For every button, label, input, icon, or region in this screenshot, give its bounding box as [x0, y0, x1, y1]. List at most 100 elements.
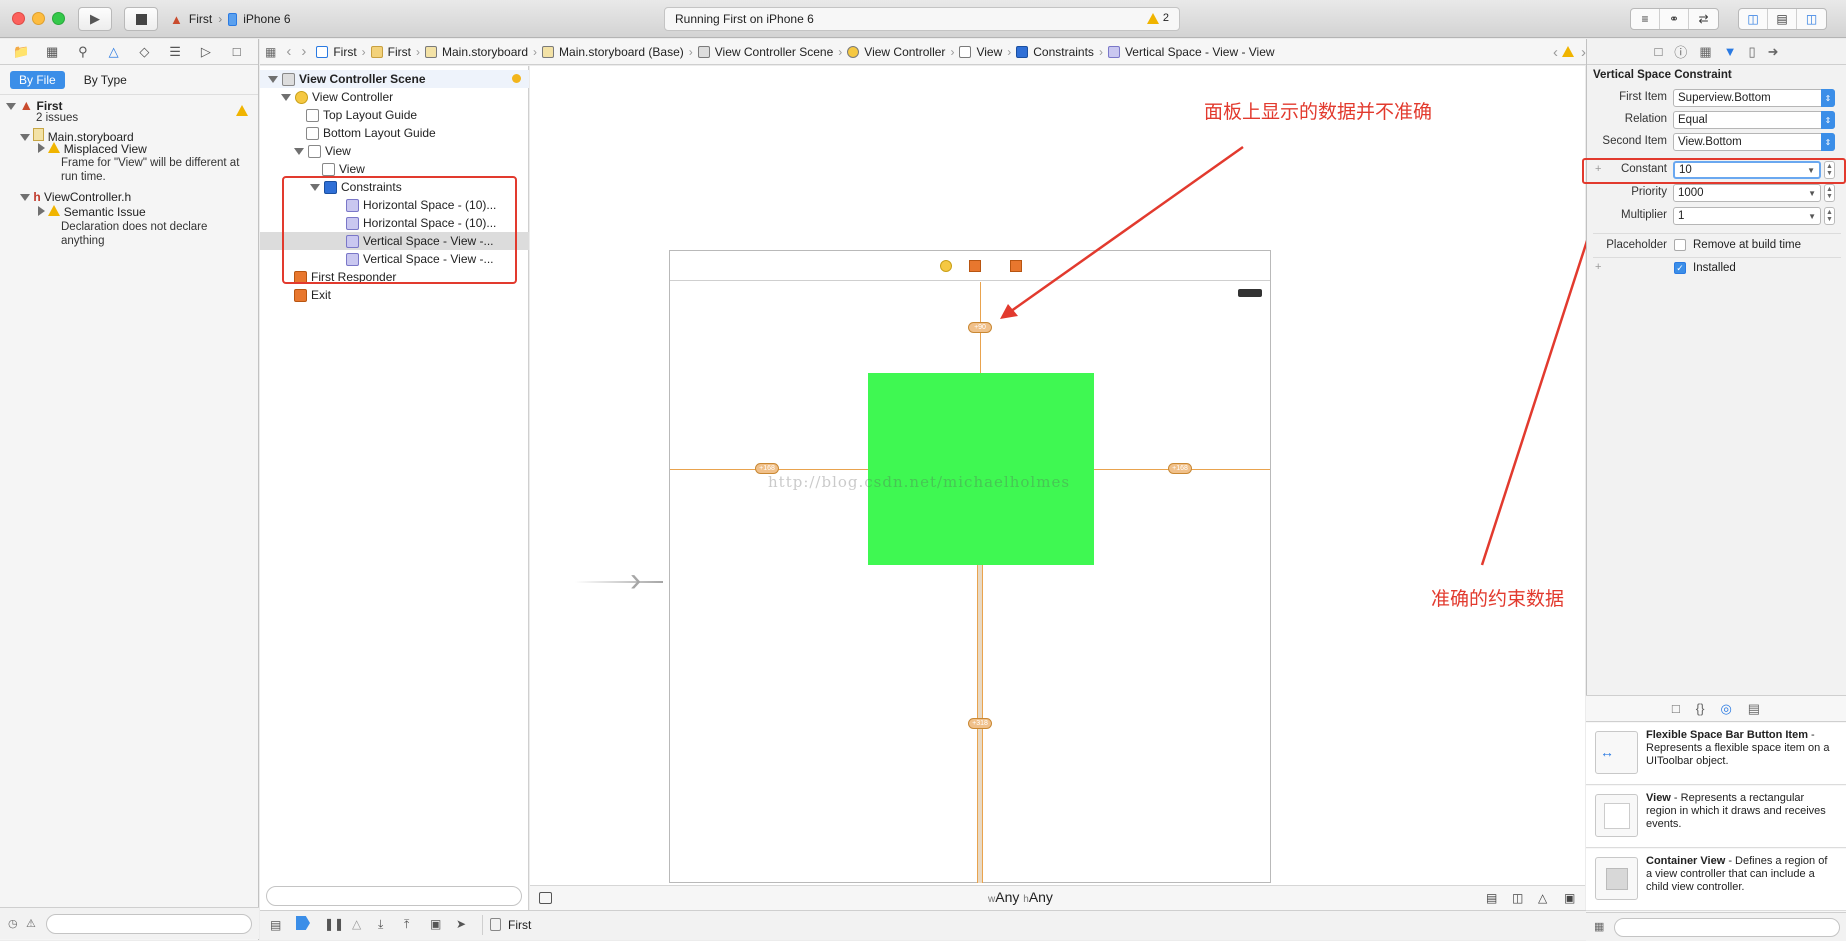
outline-scene-row[interactable]: View Controller Scene — [260, 70, 529, 88]
step-out-icon[interactable]: ⤒ — [404, 917, 409, 932]
report-icon[interactable]: □ — [226, 44, 248, 59]
resolve-issues-icon[interactable]: △ — [1538, 891, 1547, 905]
constraint-badge-right[interactable]: +168 — [1168, 463, 1192, 474]
library-item-flexible-space[interactable]: ↔ Flexible Space Bar Button Item - Repre… — [1586, 723, 1846, 785]
exit-icon[interactable] — [1010, 260, 1022, 272]
navigator-filter-input[interactable] — [46, 914, 252, 934]
code-snippet-icon[interactable]: {} — [1696, 701, 1705, 716]
priority-field[interactable]: 1000 ▼ — [1673, 184, 1821, 202]
align-icon[interactable]: ▤ — [1486, 891, 1497, 905]
by-type-tab[interactable]: By Type — [75, 71, 136, 89]
hide-debug-area-icon[interactable]: ▤ — [270, 918, 281, 932]
outline-view-controller-row[interactable]: View Controller — [260, 88, 529, 106]
chevron-down-icon[interactable]: ▼ — [1808, 189, 1816, 198]
warning-icon[interactable] — [1562, 46, 1574, 57]
first-item-popup[interactable]: Superview.Bottom ⇕ — [1673, 89, 1835, 107]
zoom-window-button[interactable] — [52, 12, 65, 25]
pause-icon[interactable]: ❚❚ — [324, 917, 344, 931]
standard-editor-icon[interactable]: ≡ — [1631, 9, 1660, 29]
grid-view-icon[interactable]: ▦ — [1594, 920, 1604, 933]
multiplier-stepper[interactable]: ▲ ▼ — [1824, 207, 1835, 225]
outline-bottom-guide-row[interactable]: Bottom Layout Guide — [260, 124, 529, 142]
minimize-window-button[interactable] — [32, 12, 45, 25]
file-row-viewcontroller-h[interactable]: h ViewController.h — [20, 190, 131, 204]
relation-popup[interactable]: Equal ⇕ — [1673, 111, 1835, 129]
constraint-badge-bottom[interactable]: +318 — [968, 718, 992, 729]
close-window-button[interactable] — [12, 12, 25, 25]
library-item-container-view[interactable]: Container View - Defines a region of a v… — [1586, 849, 1846, 911]
resizing-icon[interactable]: ▣ — [1564, 891, 1575, 905]
breadcrumb-constraint[interactable]: Vertical Space - View - View — [1103, 45, 1280, 59]
outline-exit-row[interactable]: Exit — [260, 286, 529, 304]
location-icon[interactable]: ➤ — [456, 917, 466, 931]
toggle-navigator-icon[interactable]: ◫ — [1739, 9, 1768, 29]
constraint-badge-top[interactable]: +90 — [968, 322, 992, 333]
view-debugger-icon[interactable]: ▣ — [430, 917, 441, 931]
attributes-inspector-icon[interactable]: ▯ — [1748, 44, 1755, 60]
outline-top-guide-row[interactable]: Top Layout Guide — [260, 106, 529, 124]
debug-target-label[interactable]: First — [508, 918, 531, 932]
run-button[interactable]: ▶ — [78, 7, 112, 31]
back-icon[interactable]: ‹ — [281, 43, 296, 60]
view-controller-icon[interactable] — [940, 260, 952, 272]
remove-at-build-checkbox[interactable] — [1674, 239, 1686, 251]
object-library-icon[interactable]: ◎ — [1720, 701, 1731, 717]
previous-issue-icon[interactable]: ‹ — [1553, 44, 1558, 61]
identity-inspector-icon[interactable]: ▦ — [1699, 44, 1711, 60]
warning-badge[interactable]: 2 — [1146, 12, 1169, 24]
connections-inspector-icon[interactable]: ➜ — [1768, 44, 1779, 60]
issue-icon[interactable]: △ — [103, 44, 125, 60]
scheme-selector[interactable]: ▲ First › iPhone 6 — [170, 8, 291, 30]
file-template-icon[interactable]: □ — [1672, 701, 1680, 716]
breadcrumb-group[interactable]: First — [366, 45, 416, 59]
breadcrumb-constraints[interactable]: Constraints — [1011, 45, 1099, 59]
breadcrumb-storyboard-base[interactable]: Main.storyboard (Base) — [537, 45, 689, 59]
issue-row-misplaced-view[interactable]: Misplaced View — [38, 142, 147, 156]
step-in-icon[interactable]: ⤓ — [378, 917, 383, 932]
breakpoints-icon[interactable] — [296, 916, 310, 930]
issue-row-semantic-issue[interactable]: Semantic Issue — [38, 205, 146, 219]
project-row[interactable]: ▲ First — [6, 97, 63, 113]
by-file-tab[interactable]: By File — [10, 70, 65, 89]
outline-view-row[interactable]: View — [260, 142, 529, 160]
forward-icon[interactable]: › — [296, 43, 311, 60]
first-responder-icon[interactable] — [969, 260, 981, 272]
library-item-view[interactable]: View - Represents a rectangular region i… — [1586, 786, 1846, 848]
breadcrumb-scene[interactable]: View Controller Scene — [693, 45, 839, 59]
outline-filter-input[interactable] — [266, 886, 522, 906]
green-view[interactable] — [868, 373, 1094, 565]
search-icon[interactable]: ⚲ — [72, 44, 94, 60]
priority-stepper[interactable]: ▲ ▼ — [1824, 184, 1835, 202]
installed-checkbox[interactable]: ✓ — [1674, 262, 1686, 274]
breadcrumb-view[interactable]: View — [954, 45, 1007, 59]
file-inspector-icon[interactable]: □ — [1654, 44, 1662, 59]
breadcrumb-view-controller[interactable]: View Controller — [842, 45, 950, 59]
test-icon[interactable]: ◇ — [133, 44, 155, 60]
size-class-control[interactable]: wAny hAny — [988, 889, 1053, 905]
stop-button[interactable] — [124, 7, 158, 31]
step-over-icon[interactable]: △ — [352, 917, 361, 931]
add-variation-icon[interactable]: + — [1595, 261, 1601, 273]
breadcrumb-project[interactable]: First — [311, 45, 361, 59]
media-library-icon[interactable]: ▤ — [1748, 701, 1760, 717]
toggle-utilities-icon[interactable]: ◫ — [1797, 9, 1826, 29]
size-inspector-icon[interactable]: ▼ — [1724, 44, 1737, 59]
recent-issues-icon[interactable]: ◷ — [8, 917, 18, 930]
errors-only-icon[interactable]: ⚠ — [26, 917, 36, 930]
multiplier-field[interactable]: 1 ▼ — [1673, 207, 1821, 225]
chevron-down-icon[interactable]: ▼ — [1808, 212, 1816, 221]
hide-outline-icon[interactable] — [539, 892, 552, 904]
pin-icon[interactable]: ◫ — [1512, 891, 1523, 905]
assistant-editor-icon[interactable]: ⚭ — [1660, 9, 1689, 29]
version-editor-icon[interactable]: ⇄ — [1689, 9, 1718, 29]
breakpoint-icon[interactable]: ▷ — [195, 44, 217, 60]
library-filter-input[interactable] — [1614, 918, 1840, 937]
debug-icon[interactable]: ☰ — [164, 44, 186, 60]
quick-help-icon[interactable]: ⓘ — [1674, 42, 1687, 61]
folder-icon[interactable]: 📁 — [10, 44, 32, 60]
breadcrumb-storyboard[interactable]: Main.storyboard — [420, 45, 533, 59]
scene-frame[interactable] — [669, 250, 1271, 883]
second-item-popup[interactable]: View.Bottom ⇕ — [1673, 133, 1835, 151]
symbol-icon[interactable]: ▦ — [41, 44, 63, 60]
related-items-icon[interactable]: ▦ — [260, 45, 281, 59]
